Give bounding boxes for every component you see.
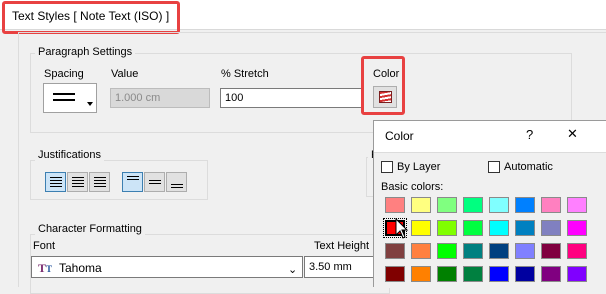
color-swatch[interactable] [515, 220, 535, 236]
color-swatch[interactable] [541, 197, 561, 213]
color-swatch[interactable] [411, 266, 431, 282]
color-swatch[interactable] [463, 197, 483, 213]
color-swatch[interactable] [411, 197, 431, 213]
text-height-input[interactable]: 3.50 mm [304, 256, 384, 278]
color-swatch[interactable] [489, 197, 509, 213]
color-swatch[interactable] [567, 197, 587, 213]
by-layer-label: By Layer [397, 161, 441, 173]
align-right-button[interactable] [89, 172, 110, 192]
align-center-icon [72, 177, 84, 187]
color-swatch[interactable] [411, 220, 431, 236]
color-swatch[interactable] [489, 266, 509, 282]
close-icon[interactable]: ✕ [567, 126, 578, 142]
truetype-font-icon: TT [38, 261, 53, 275]
chevron-down-icon: ⌄ [288, 264, 298, 276]
justifications-label: Justifications [35, 149, 104, 161]
color-swatch[interactable] [489, 220, 509, 236]
valign-middle-icon [149, 180, 161, 185]
chevron-down-icon [87, 102, 93, 106]
color-swatch[interactable] [541, 220, 561, 236]
color-swatch[interactable] [437, 266, 457, 282]
valign-top-button[interactable] [122, 172, 143, 192]
mouse-pointer-icon [395, 217, 409, 240]
color-swatch[interactable] [463, 220, 483, 236]
color-swatch[interactable] [437, 220, 457, 236]
paragraph-settings-label: Paragraph Settings [35, 46, 136, 58]
color-swatch[interactable] [385, 197, 405, 213]
color-swatch[interactable] [541, 266, 561, 282]
color-swatch[interactable] [463, 243, 483, 259]
color-swatch[interactable] [567, 266, 587, 282]
color-swatch[interactable] [567, 220, 587, 236]
automatic-label: Automatic [504, 161, 553, 173]
color-swatch[interactable] [515, 266, 535, 282]
basic-colors-label: Basic colors: [381, 181, 444, 193]
color-popup: Color ? ✕ By Layer Automatic Basic color… [373, 120, 606, 289]
align-right-icon [94, 177, 106, 187]
by-layer-checkbox[interactable] [381, 161, 393, 173]
align-center-button[interactable] [67, 172, 88, 192]
align-left-button[interactable] [45, 172, 66, 192]
value-label: Value [111, 68, 139, 80]
value-input[interactable]: 1.000 cm [110, 88, 210, 108]
color-label: Color [373, 68, 400, 80]
font-value: Tahoma [59, 261, 102, 275]
color-swatch[interactable] [463, 266, 483, 282]
color-swatch[interactable] [411, 243, 431, 259]
help-button[interactable]: ? [526, 127, 533, 142]
spacing-dropdown[interactable] [43, 83, 97, 113]
automatic-checkbox[interactable] [488, 161, 500, 173]
text-height-label: Text Height [314, 240, 370, 252]
stretch-input[interactable]: 100 [220, 88, 362, 108]
valign-bottom-button[interactable] [166, 172, 187, 192]
color-swatch[interactable] [541, 243, 561, 259]
valign-bottom-icon [171, 184, 183, 189]
color-swatch[interactable] [567, 243, 587, 259]
color-swatch[interactable] [515, 197, 535, 213]
stretch-label: % Stretch [221, 68, 269, 80]
color-swatch[interactable] [385, 266, 405, 282]
color-swatch[interactable] [437, 243, 457, 259]
color-popup-title: Color [385, 129, 414, 143]
color-swatch[interactable] [385, 243, 405, 259]
character-formatting-label: Character Formatting [35, 223, 145, 235]
title-highlight [2, 1, 180, 34]
spacing-label: Spacing [44, 68, 84, 80]
valign-top-icon [127, 176, 139, 181]
color-picker-button[interactable] [373, 86, 397, 108]
font-select[interactable]: TT Tahoma ⌄ [31, 256, 303, 278]
font-label: Font [33, 240, 56, 252]
valign-middle-button[interactable] [144, 172, 165, 192]
color-layers-icon [379, 91, 392, 103]
basic-colors-grid [383, 197, 595, 289]
color-swatch[interactable] [515, 243, 535, 259]
spacing-lines-icon [53, 93, 75, 101]
align-left-icon [50, 177, 62, 187]
color-swatch[interactable] [489, 243, 509, 259]
color-swatch[interactable] [437, 197, 457, 213]
